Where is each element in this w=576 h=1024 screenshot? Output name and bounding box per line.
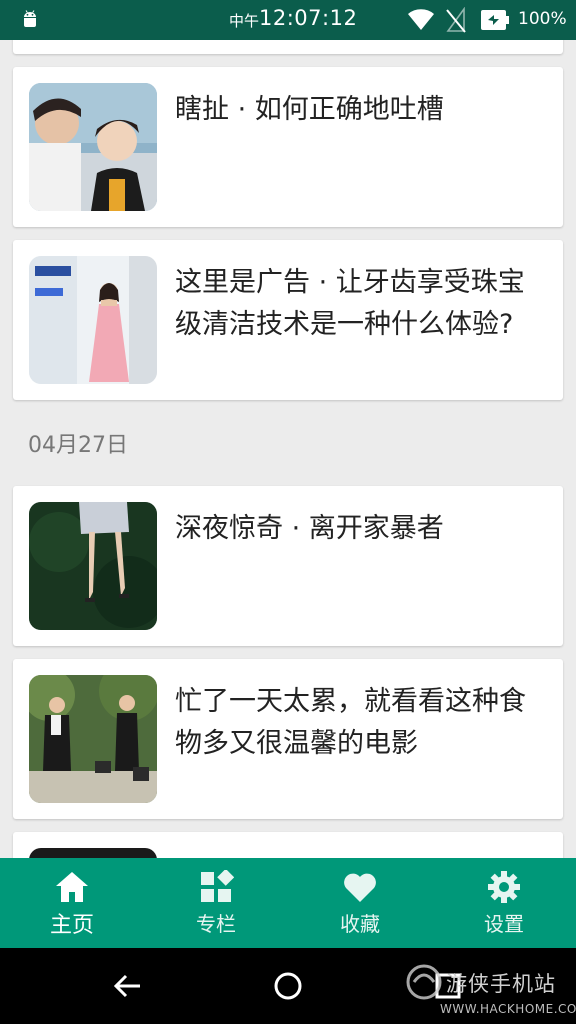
wifi-icon (408, 9, 434, 30)
article-title: 深夜惊奇 · 离开家暴者 (175, 513, 444, 544)
list-item[interactable]: 瞎扯 · 如何正确地吐槽 (13, 67, 563, 227)
heart-icon (344, 873, 376, 902)
date-header: 04月27日 (28, 433, 128, 458)
nav-settings[interactable]: 设置 (432, 858, 576, 948)
article-thumbnail (29, 83, 157, 211)
article-thumbnail (29, 848, 157, 858)
gear-icon (488, 871, 520, 903)
status-bar: 中午 12:07:12 100% (0, 0, 576, 40)
watermark-logo-icon (406, 964, 442, 1000)
battery-level: 100% (518, 9, 567, 29)
feed-list[interactable]: 瞎扯 · 如何正确地吐槽 这里是广告 · 让牙齿享受珠宝级清洁技术是一种什么体验… (0, 40, 576, 858)
watermark: 游侠手机站 WWW.HACKHOME.COM (404, 962, 576, 1024)
list-item[interactable]: 深夜惊奇 · 离开家暴者 (13, 486, 563, 646)
nav-favorites-label: 收藏 (340, 912, 380, 936)
list-item-partial[interactable] (13, 832, 563, 858)
article-thumbnail (29, 256, 157, 384)
bottom-navigation: 主页 专栏 收藏 设置 (0, 858, 576, 948)
watermark-text: 游侠手机站 (446, 972, 556, 996)
android-icon (24, 10, 36, 27)
article-thumbnail (29, 502, 157, 630)
nav-settings-label: 设置 (484, 912, 524, 936)
nav-columns-label: 专栏 (196, 912, 236, 936)
nav-columns[interactable]: 专栏 (144, 858, 288, 948)
article-title: 忙了一天太累，就看看这种食物多又很温馨的电影 (175, 686, 526, 759)
article-title: 瞎扯 · 如何正确地吐槽 (175, 94, 444, 125)
time-prefix: 中午 (229, 12, 260, 30)
no-signal-icon (446, 7, 466, 33)
battery-charging-icon (481, 10, 509, 30)
article-title: 这里是广告 · 让牙齿享受珠宝级清洁技术是一种什么体验? (175, 267, 525, 340)
back-icon[interactable] (110, 968, 146, 1004)
watermark-url: WWW.HACKHOME.COM (440, 1002, 576, 1016)
list-item[interactable]: 忙了一天太累，就看看这种食物多又很温馨的电影 (13, 659, 563, 819)
nav-home-label: 主页 (49, 913, 94, 938)
clock: 12:07:12 (259, 6, 358, 30)
columns-icon (201, 870, 234, 902)
nav-home[interactable]: 主页 (0, 858, 144, 948)
home-circle-icon[interactable] (270, 968, 306, 1004)
list-item[interactable]: 这里是广告 · 让牙齿享受珠宝级清洁技术是一种什么体验? (13, 240, 563, 400)
home-icon (56, 872, 88, 902)
article-thumbnail (29, 675, 157, 803)
list-item-partial[interactable] (13, 40, 563, 54)
nav-favorites[interactable]: 收藏 (288, 858, 432, 948)
